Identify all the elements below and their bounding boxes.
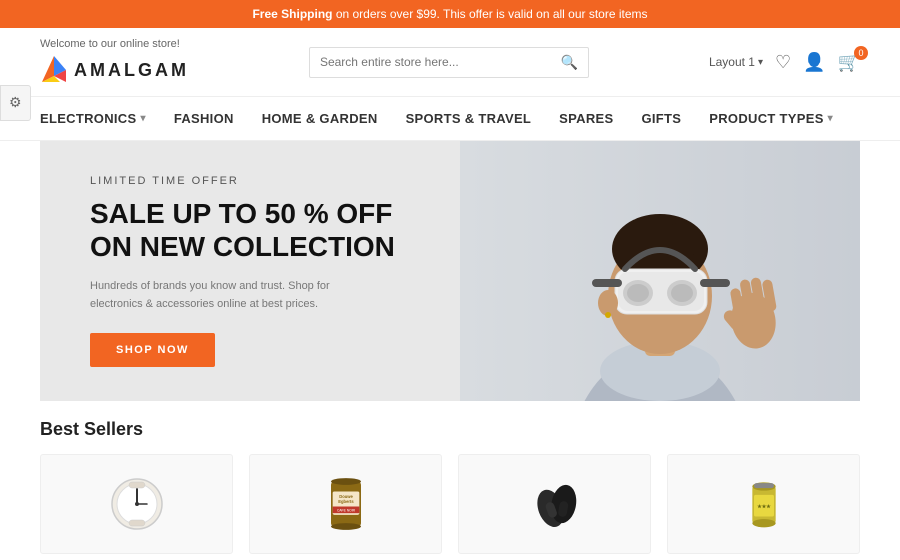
svg-text:★★★: ★★★ <box>757 504 771 510</box>
announcement-bar: Free Shipping on orders over $99. This o… <box>0 0 900 28</box>
best-sellers-section: Best Sellers <box>0 401 900 554</box>
shop-now-button[interactable]: SHOP NOW <box>90 333 215 367</box>
product-types-chevron-icon: ▾ <box>828 113 833 124</box>
nav-item-sports-travel[interactable]: SPORTS & TRAVEL <box>406 97 532 140</box>
hero-title: SALE UP TO 50 % OFF ON NEW COLLECTION <box>90 197 395 264</box>
product-thumb-1: Douwe Egberts CAFE NOIR <box>311 469 381 539</box>
hero-badge: LIMITED TIME OFFER <box>90 175 395 187</box>
svg-text:Egberts: Egberts <box>338 499 354 504</box>
hero-illustration <box>460 141 860 401</box>
layout-selector[interactable]: Layout 1 ▾ <box>709 55 763 69</box>
nav-item-gifts[interactable]: GIFTS <box>641 97 681 140</box>
layout-label: Layout 1 <box>709 55 755 69</box>
header-center: 🔍 <box>189 47 709 78</box>
search-input[interactable] <box>320 55 561 69</box>
logo-area[interactable]: AMALGAM <box>40 54 189 86</box>
product-card-2[interactable] <box>458 454 651 554</box>
hero-banner: LIMITED TIME OFFER SALE UP TO 50 % OFF O… <box>40 141 860 401</box>
svg-text:CAFE NOIR: CAFE NOIR <box>336 509 355 513</box>
header: Welcome to our online store! AMALGAM 🔍 L… <box>0 28 900 97</box>
best-sellers-title: Best Sellers <box>40 419 860 440</box>
nav-item-fashion[interactable]: FASHION <box>174 97 234 140</box>
wishlist-icon[interactable]: ♡ <box>775 52 791 73</box>
layout-chevron-icon: ▾ <box>758 57 763 68</box>
settings-gear[interactable]: ⚙ <box>0 85 31 121</box>
header-right: Layout 1 ▾ ♡ 👤 🛒 0 <box>709 52 860 73</box>
products-grid: Douwe Egberts CAFE NOIR <box>40 454 860 554</box>
product-thumb-3: ★★★ <box>729 469 799 539</box>
nav-item-product-types[interactable]: PRODUCT TYPES ▾ <box>709 97 833 140</box>
logo-icon <box>40 54 68 86</box>
nav-item-spares[interactable]: SPARES <box>559 97 613 140</box>
account-icon[interactable]: 👤 <box>803 52 825 73</box>
nav-item-home-garden[interactable]: HOME & GARDEN <box>262 97 378 140</box>
search-box[interactable]: 🔍 <box>309 47 589 78</box>
hero-content: LIMITED TIME OFFER SALE UP TO 50 % OFF O… <box>40 145 445 397</box>
hero-image <box>409 141 860 401</box>
gear-icon: ⚙ <box>9 94 22 110</box>
search-icon: 🔍 <box>561 54 578 71</box>
product-thumb-0 <box>102 469 172 539</box>
product-card-0[interactable] <box>40 454 233 554</box>
logo-text: AMALGAM <box>74 60 189 81</box>
announcement-bold: Free Shipping <box>252 7 332 21</box>
electronics-chevron-icon: ▾ <box>140 113 145 124</box>
product-thumb-2 <box>520 469 590 539</box>
cart-wrapper[interactable]: 🛒 0 <box>838 52 860 73</box>
nav-item-electronics[interactable]: ELECTRONICS ▾ <box>40 97 146 140</box>
hero-description: Hundreds of brands you know and trust. S… <box>90 278 330 313</box>
product-card-1[interactable]: Douwe Egberts CAFE NOIR <box>249 454 442 554</box>
cart-badge: 0 <box>854 46 868 60</box>
product-card-3[interactable]: ★★★ <box>667 454 860 554</box>
header-left: Welcome to our online store! AMALGAM <box>40 38 189 86</box>
main-nav: ELECTRONICS ▾ FASHION HOME & GARDEN SPOR… <box>0 97 900 141</box>
welcome-text: Welcome to our online store! <box>40 38 180 50</box>
announcement-text: on orders over $99. This offer is valid … <box>332 7 647 21</box>
